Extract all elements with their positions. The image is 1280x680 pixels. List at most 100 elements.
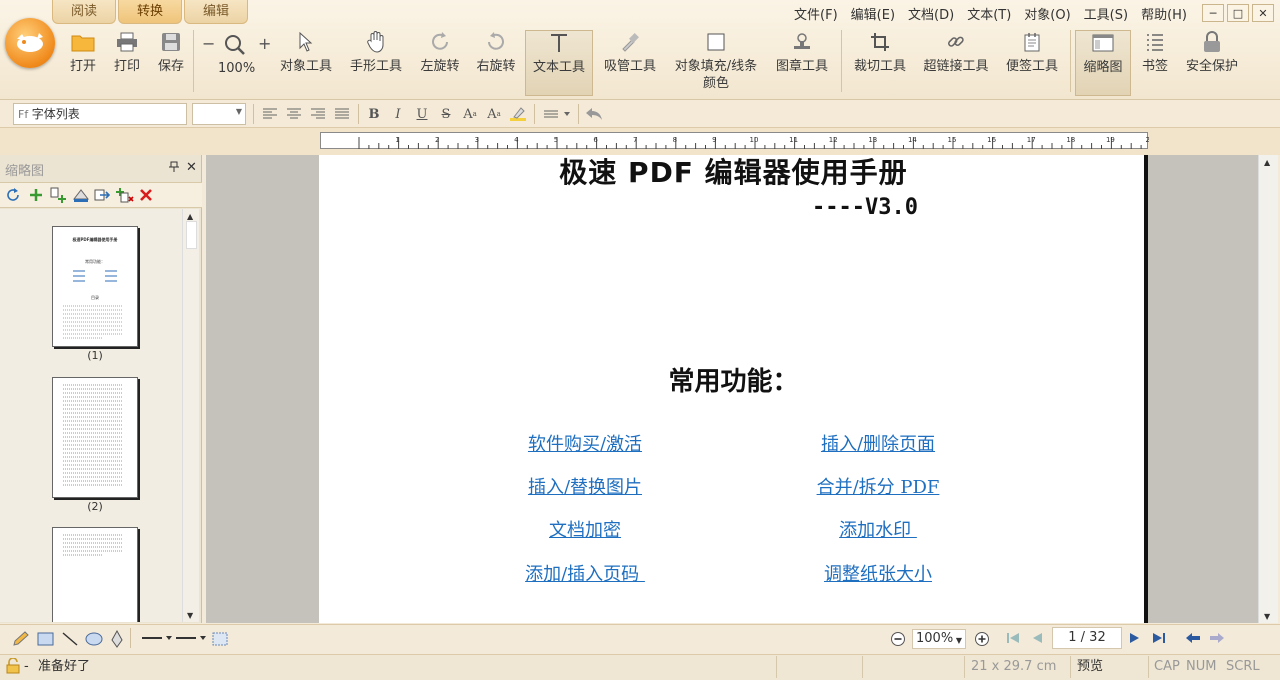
- security-button[interactable]: 安全保护: [1184, 30, 1240, 96]
- subscript-button[interactable]: Aa: [484, 104, 504, 124]
- note-tool-button[interactable]: 便签工具: [1004, 30, 1060, 96]
- rotate-page-icon[interactable]: [7, 188, 21, 206]
- rotate-right-button[interactable]: 右旋转: [474, 30, 518, 96]
- zoom-in-button[interactable]: +: [258, 34, 271, 53]
- superscript-button[interactable]: Aa: [460, 104, 480, 124]
- zoom-combo[interactable]: 100% ▼: [912, 629, 966, 649]
- thumbnail-scrollbar[interactable]: ▲ ▼: [182, 209, 199, 622]
- pencil-icon[interactable]: [12, 631, 30, 651]
- undo-icon[interactable]: [584, 104, 604, 124]
- thumbnail-button[interactable]: 缩略图: [1075, 30, 1131, 96]
- crop-tool-button[interactable]: 裁切工具: [852, 30, 908, 96]
- line-icon[interactable]: [62, 632, 78, 650]
- tab-edit[interactable]: 编辑: [184, 0, 249, 24]
- document-title[interactable]: 极速 PDF 编辑器使用手册: [319, 151, 1148, 191]
- scroll-down-icon[interactable]: ▼: [187, 611, 193, 620]
- tab-read[interactable]: 阅读: [52, 0, 117, 24]
- minimize-button[interactable]: ─: [1202, 4, 1224, 22]
- link-tool-button[interactable]: 超链接工具: [922, 30, 990, 96]
- underline-button[interactable]: U: [412, 104, 432, 124]
- next-page-icon[interactable]: [1126, 629, 1144, 647]
- replace-page-icon[interactable]: [116, 187, 134, 207]
- eyedropper-button[interactable]: 吸管工具: [602, 30, 658, 96]
- bookmark-button[interactable]: 书签: [1138, 30, 1172, 96]
- scroll-up-icon[interactable]: ▲: [187, 212, 193, 221]
- export-page-icon[interactable]: [94, 187, 111, 207]
- thumbnail-page-3[interactable]: [52, 527, 138, 622]
- hand-tool-button[interactable]: 手形工具: [348, 30, 404, 96]
- last-page-icon[interactable]: [1150, 629, 1168, 647]
- ellipse-icon[interactable]: [85, 632, 103, 650]
- back-icon[interactable]: [1184, 629, 1202, 647]
- section-heading[interactable]: 常用功能：: [319, 361, 1148, 398]
- pin-icon[interactable]: [169, 161, 179, 176]
- line-style-dropdown[interactable]: [140, 632, 174, 648]
- stamp-tool-button[interactable]: 图章工具: [774, 30, 830, 96]
- rotate-left-button[interactable]: 左旋转: [418, 30, 462, 96]
- delete-page-icon[interactable]: [140, 189, 152, 205]
- forward-icon[interactable]: [1208, 629, 1226, 647]
- menu-tools[interactable]: 工具(S): [1084, 4, 1128, 23]
- thumbnail-page-1[interactable]: 极速PDF编辑器使用手册 常用功能： 目录: [52, 226, 138, 347]
- bold-button[interactable]: B: [364, 104, 384, 124]
- strikethrough-button[interactable]: S: [436, 104, 456, 124]
- text-tool-button[interactable]: 文本工具: [525, 30, 593, 96]
- link-purchase-activate[interactable]: 软件购买/激活: [485, 430, 685, 456]
- scroll-thumb[interactable]: [186, 221, 197, 249]
- link-adjust-paper-size[interactable]: 调整纸张大小: [778, 560, 978, 586]
- italic-button[interactable]: I: [388, 104, 408, 124]
- first-page-icon[interactable]: [1004, 629, 1022, 647]
- zoom-icon[interactable]: [224, 34, 246, 60]
- zoom-out-button[interactable]: −: [202, 34, 215, 53]
- prev-page-icon[interactable]: [1028, 629, 1046, 647]
- link-insert-replace-image[interactable]: 插入/替换图片: [485, 473, 685, 499]
- link-add-watermark[interactable]: 添加水印: [778, 516, 978, 542]
- pen-icon[interactable]: [110, 629, 124, 652]
- tab-convert[interactable]: 转换: [118, 0, 183, 24]
- panel-close-button[interactable]: ✕: [186, 160, 197, 175]
- app-logo[interactable]: [5, 18, 55, 68]
- line-spacing-icon[interactable]: [542, 104, 574, 124]
- link-encrypt-document[interactable]: 文档加密: [485, 516, 685, 542]
- scroll-down-icon[interactable]: ▼: [1264, 612, 1270, 621]
- print-button[interactable]: 打印: [110, 30, 144, 96]
- link-insert-delete-page[interactable]: 插入/删除页面: [778, 430, 978, 456]
- open-button[interactable]: 打开: [66, 30, 100, 96]
- scroll-up-icon[interactable]: ▲: [1264, 158, 1270, 167]
- link-add-page-number[interactable]: 添加/插入页码: [485, 560, 685, 586]
- line-weight-dropdown[interactable]: [174, 632, 208, 648]
- zoom-value[interactable]: 100%: [218, 61, 255, 76]
- fill-line-color-button[interactable]: 对象填充/线条 颜色: [670, 30, 762, 96]
- font-list-combo[interactable]: Ff 字体列表: [13, 103, 187, 125]
- menu-file[interactable]: 文件(F): [794, 4, 838, 23]
- close-button[interactable]: ✕: [1252, 4, 1274, 22]
- page-number-field[interactable]: 1 / 32: [1052, 627, 1122, 649]
- menu-document[interactable]: 文档(D): [908, 4, 954, 23]
- document-version[interactable]: ----V3.0: [812, 195, 918, 220]
- extract-page-icon[interactable]: [72, 187, 90, 207]
- align-right-icon[interactable]: [308, 104, 328, 124]
- menu-object[interactable]: 对象(O): [1024, 4, 1070, 23]
- zoom-in-icon[interactable]: [974, 631, 990, 651]
- select-area-icon[interactable]: [212, 631, 228, 651]
- insert-page-icon[interactable]: [50, 187, 68, 207]
- justify-icon[interactable]: [332, 104, 352, 124]
- align-center-icon[interactable]: [284, 104, 304, 124]
- rectangle-icon[interactable]: [37, 632, 55, 650]
- save-button[interactable]: 保存: [154, 30, 188, 96]
- font-size-combo[interactable]: ▼: [192, 103, 246, 125]
- menu-help[interactable]: 帮助(H): [1141, 4, 1187, 23]
- zoom-out-icon[interactable]: [890, 631, 906, 651]
- pdf-page[interactable]: 极速 PDF 编辑器使用手册 ----V3.0 常用功能： 软件购买/激活 插入…: [319, 155, 1148, 623]
- thumbnail-list[interactable]: 极速PDF编辑器使用手册 常用功能： 目录 (1) (2): [0, 209, 182, 622]
- highlight-icon[interactable]: [508, 104, 528, 124]
- maximize-button[interactable]: □: [1227, 4, 1249, 22]
- menu-edit[interactable]: 编辑(E): [851, 4, 895, 23]
- link-merge-split-pdf[interactable]: 合并/拆分 PDF: [778, 473, 978, 499]
- thumbnail-page-2[interactable]: [52, 377, 138, 498]
- add-page-icon[interactable]: [29, 188, 43, 206]
- object-tool-button[interactable]: 对象工具: [278, 30, 334, 96]
- horizontal-ruler[interactable]: 1234567891011121314151617181920: [320, 132, 1154, 149]
- document-scrollbar[interactable]: ▲ ▼: [1258, 155, 1278, 623]
- align-left-icon[interactable]: [260, 104, 280, 124]
